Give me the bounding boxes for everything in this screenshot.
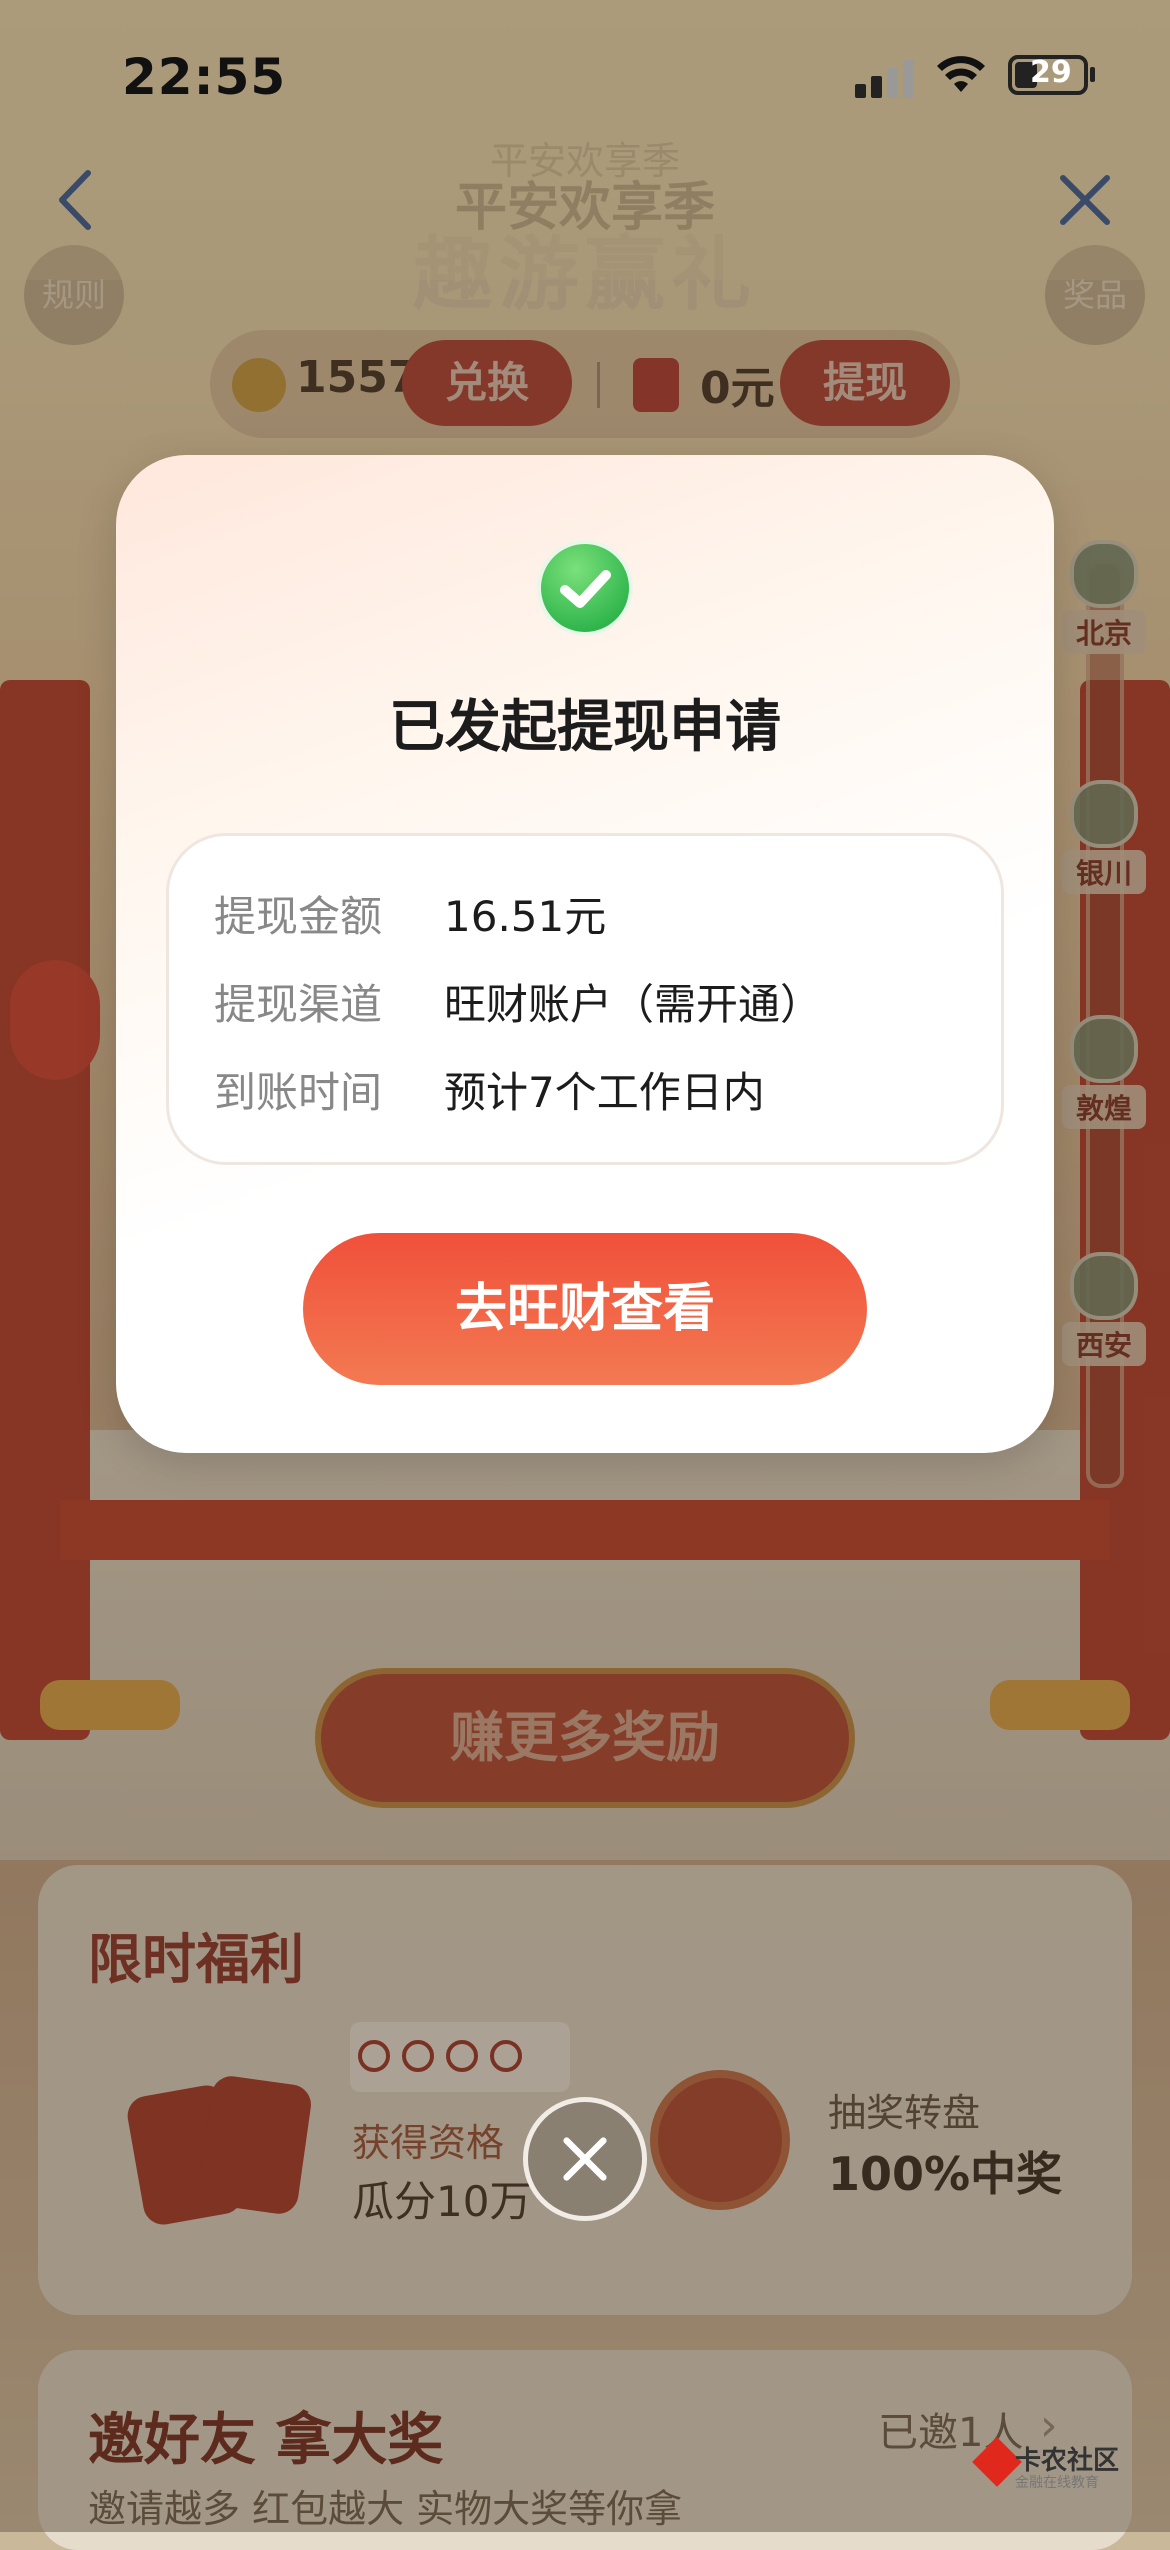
battery-icon: 29: [1008, 55, 1088, 95]
battery-level: 29: [1030, 55, 1072, 90]
info-key: 到账时间: [214, 1068, 383, 1117]
dialog-title: 已发起提现申请: [389, 695, 781, 760]
wifi-icon: [937, 56, 985, 92]
info-key: 提现金额: [214, 892, 383, 941]
dialog-close-icon[interactable]: [523, 2097, 647, 2221]
success-check-icon: [537, 540, 633, 636]
back-icon[interactable]: [50, 165, 100, 235]
watermark: 卡农社区 金融在线教育: [972, 2437, 1165, 2510]
close-icon[interactable]: [1055, 170, 1115, 230]
cellular-signal-icon: [855, 58, 917, 98]
status-bar: 22:55 29: [0, 0, 1170, 150]
watermark-subtext: 金融在线教育: [1015, 2475, 1099, 2491]
info-value: 预计7个工作日内: [444, 1068, 765, 1117]
battery-cap: [1090, 67, 1095, 82]
status-time: 22:55: [122, 48, 287, 106]
info-value: 16.51元: [444, 892, 607, 941]
go-to-wangcai-button[interactable]: 去旺财查看: [303, 1233, 867, 1385]
info-value: 旺财账户（需开通）: [444, 980, 823, 1029]
info-key: 提现渠道: [214, 980, 383, 1029]
